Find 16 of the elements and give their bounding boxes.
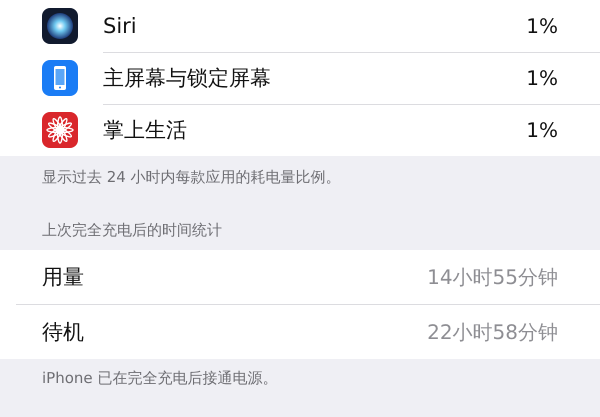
battery-percentage: 1% — [526, 14, 558, 38]
app-name: 主屏幕与锁定屏幕 — [103, 64, 272, 92]
app-name: 掌上生活 — [103, 117, 188, 144]
battery-percentage: 1% — [526, 66, 558, 90]
stat-value: 22小时58分钟 — [427, 318, 558, 346]
phone-icon — [42, 60, 78, 96]
app-name: Siri — [103, 14, 138, 38]
flower-icon — [42, 112, 78, 148]
battery-percentage: 1% — [526, 118, 558, 142]
footer-note: iPhone 已在完全充电后接通电源。 — [41, 368, 278, 389]
section-note: 显示过去 24 小时内每款应用的耗电量比例。 — [41, 167, 342, 188]
section-header: 上次完全充电后的时间统计 — [41, 220, 223, 241]
siri-icon — [42, 8, 78, 44]
stat-value: 14小时55分钟 — [427, 264, 558, 290]
stat-label: 待机 — [42, 319, 85, 346]
stat-label: 用量 — [42, 264, 85, 291]
